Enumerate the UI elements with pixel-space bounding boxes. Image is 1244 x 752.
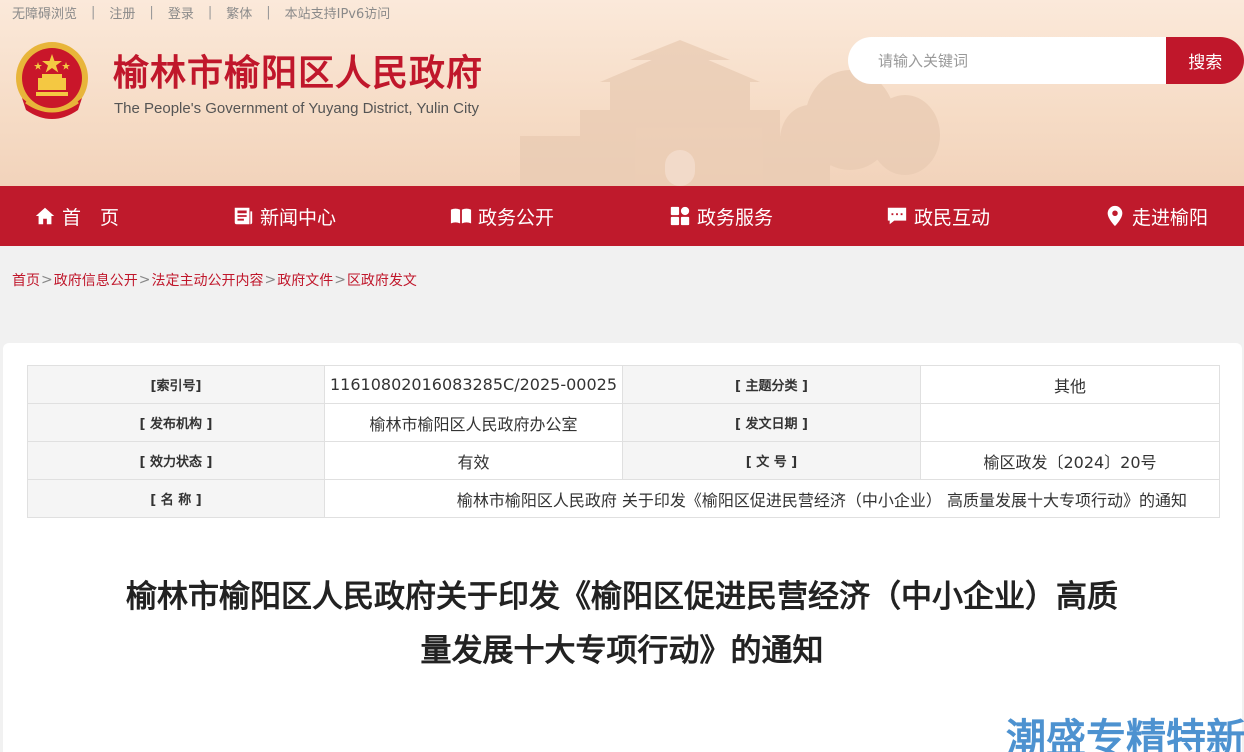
national-emblem-logo[interactable]	[12, 40, 92, 122]
register-link[interactable]: 注册	[109, 3, 135, 22]
login-link[interactable]: 登录	[168, 3, 194, 22]
document-title-line: 榆林市榆阳区人民政府关于印发《榆阳区促进民营经济（中小企业）高质	[126, 579, 1118, 615]
category-label: [ 主题分类 ]	[622, 365, 921, 404]
document-title: 榆林市榆阳区人民政府关于印发《榆阳区促进民营经济（中小企业）高质 量发展十大专项…	[40, 570, 1204, 678]
document-name-value: 榆林市榆阳区人民政府 关于印发《榆阳区促进民营经济（中小企业） 高质量发展十大专…	[324, 479, 1220, 518]
top-utility-bar: 无障碍浏览 | 注册 | 登录 | 繁体 | 本站支持IPv6访问	[12, 2, 390, 22]
nav-item-label: 政务公开	[478, 206, 555, 229]
issue-date-label: [ 发文日期 ]	[622, 403, 921, 442]
divider: |	[91, 4, 96, 20]
breadcrumb-legal-disclosure[interactable]: 法定主动公开内容	[151, 270, 263, 290]
table-row: [索引号] 11610802016083285C/2025-00025 [ 主题…	[27, 365, 1220, 404]
site-title[interactable]: 榆林市榆阳区人民政府	[113, 52, 483, 96]
breadcrumb: 首页 > 政府信息公开 > 法定主动公开内容 > 政府文件 > 区政府发文	[12, 270, 417, 290]
book-icon	[450, 208, 472, 224]
search-button[interactable]: 搜索	[1166, 37, 1244, 84]
accessibility-link[interactable]: 无障碍浏览	[12, 3, 77, 22]
table-row: [ 名 称 ] 榆林市榆阳区人民政府 关于印发《榆阳区促进民营经济（中小企业） …	[27, 479, 1220, 518]
search-bar: 搜索	[848, 37, 1244, 84]
document-metadata-table: [索引号] 11610802016083285C/2025-00025 [ 主题…	[27, 365, 1220, 518]
document-number-label: [ 文 号 ]	[622, 441, 921, 480]
category-value: 其他	[920, 365, 1220, 404]
news-icon	[234, 207, 253, 225]
breadcrumb-separator: >	[334, 272, 346, 288]
nav-item-label: 新闻中心	[260, 206, 337, 229]
site-header: 无障碍浏览 | 注册 | 登录 | 繁体 | 本站支持IPv6访问 榆林市榆阳区…	[0, 0, 1244, 186]
nav-item-gov-services[interactable]: 政务服务	[669, 186, 773, 246]
chat-icon	[887, 207, 907, 225]
breadcrumb-separator: >	[41, 272, 53, 288]
traditional-chinese-link[interactable]: 繁体	[226, 3, 252, 22]
issue-date-value	[920, 403, 1220, 442]
document-title-line: 量发展十大专项行动》的通知	[420, 633, 824, 669]
validity-status-label: [ 效力状态 ]	[27, 441, 325, 480]
home-icon	[35, 207, 55, 225]
divider: |	[207, 4, 213, 20]
breadcrumb-district-documents[interactable]: 区政府发文	[347, 270, 417, 290]
nav-item-news[interactable]: 新闻中心	[232, 186, 336, 246]
nav-item-label: 走进榆阳	[1132, 206, 1209, 229]
nav-item-about-yuyang[interactable]: 走进榆阳	[1104, 186, 1208, 246]
table-row: [ 效力状态 ] 有效 [ 文 号 ] 榆区政发〔2024〕20号	[27, 441, 1220, 480]
index-number-label: [索引号]	[27, 365, 325, 404]
document-number-value: 榆区政发〔2024〕20号	[920, 441, 1220, 480]
validity-status-value: 有效	[324, 441, 623, 480]
table-row: [ 发布机构 ] 榆林市榆阳区人民政府办公室 [ 发文日期 ]	[27, 403, 1220, 442]
divider: |	[149, 4, 154, 20]
ipv6-support-text: 本站支持IPv6访问	[284, 6, 391, 22]
site-subtitle: The People's Government of Yuyang Distri…	[114, 100, 479, 117]
nav-item-label: 政民互动	[914, 206, 991, 229]
nav-item-gov-affairs[interactable]: 政务公开	[450, 186, 554, 246]
location-icon	[1107, 205, 1123, 227]
divider: |	[266, 4, 271, 20]
publisher-label: [ 发布机构 ]	[27, 403, 325, 442]
nav-item-home[interactable]: 首 页	[34, 186, 119, 246]
main-navigation: 首 页 新闻中心 政务公开 政务服务 政民互动 走进榆阳	[0, 186, 1244, 246]
search-input[interactable]	[848, 37, 1167, 84]
publisher-value: 榆林市榆阳区人民政府办公室	[324, 403, 623, 442]
document-name-label: [ 名 称 ]	[27, 479, 325, 518]
watermark-text: 潮盛专精特新	[1006, 716, 1244, 752]
nav-item-label: 首 页	[62, 206, 120, 229]
breadcrumb-home[interactable]: 首页	[12, 270, 40, 290]
breadcrumb-gov-documents[interactable]: 政府文件	[277, 270, 333, 290]
breadcrumb-gov-info[interactable]: 政府信息公开	[54, 270, 138, 290]
grid-icon	[670, 206, 690, 226]
nav-item-label: 政务服务	[697, 206, 774, 229]
index-number-value: 11610802016083285C/2025-00025	[324, 365, 623, 404]
breadcrumb-separator: >	[264, 272, 277, 288]
nav-item-interaction[interactable]: 政民互动	[886, 186, 990, 246]
breadcrumb-separator: >	[138, 272, 151, 288]
